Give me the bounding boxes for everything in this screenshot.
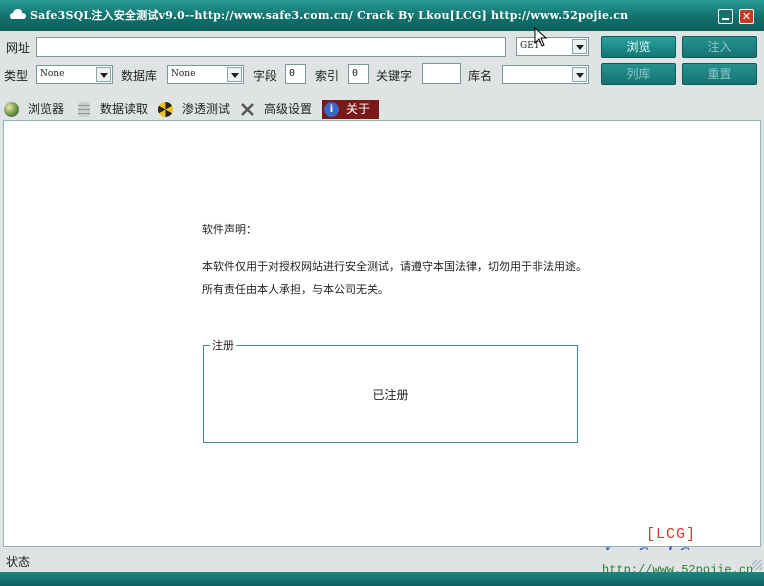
type-label: 类型 [4, 69, 29, 83]
browse-button[interactable]: 浏览 [601, 36, 676, 58]
keyword-input[interactable] [422, 63, 461, 84]
tab-pentest[interactable]: 渗透测试 [158, 100, 236, 119]
registration-group-title: 注册 [210, 337, 236, 353]
url-label: 网址 [6, 41, 31, 55]
tab-label: 渗透测试 [182, 102, 231, 116]
field-input[interactable]: 0 [285, 64, 306, 84]
declaration-heading: 软件声明： [202, 223, 257, 236]
dbname-select[interactable] [502, 65, 589, 84]
tab-label: 数据读取 [100, 102, 149, 116]
chevron-down-icon[interactable] [572, 67, 587, 82]
mouse-cursor-icon [534, 27, 548, 47]
lcg-tag: [LCG] [646, 526, 697, 543]
url-input[interactable] [36, 37, 506, 57]
title-bar[interactable]: Safe3SQL注入安全测试v9.0--http://www.safe3.com… [0, 0, 764, 31]
keyword-label: 关键字 [376, 69, 413, 83]
window-title: Safe3SQL注入安全测试v9.0--http://www.safe3.com… [30, 9, 629, 22]
database-icon [78, 102, 90, 117]
tools-icon [241, 103, 254, 116]
index-input[interactable]: 0 [348, 64, 369, 84]
dbname-label: 库名 [468, 69, 493, 83]
db-label: 数据库 [121, 69, 158, 83]
index-label: 索引 [315, 69, 340, 83]
declaration-line-1: 本软件仅用于对授权网站进行安全测试，请遵守本国法律，切勿用于非法用途。 [202, 260, 587, 273]
info-icon: i [324, 102, 339, 117]
chevron-down-icon[interactable] [96, 67, 111, 82]
chevron-down-icon[interactable] [572, 39, 587, 54]
tab-browser[interactable]: 浏览器 [4, 100, 74, 119]
chevron-down-icon[interactable] [227, 67, 242, 82]
tab-bar: 浏览器 数据读取 渗透测试 高级设置 i 关于 [4, 100, 380, 119]
radiation-icon [158, 102, 173, 117]
tab-label: 关于 [346, 102, 371, 116]
tab-advanced[interactable]: 高级设置 [240, 100, 320, 119]
tab-label: 高级设置 [264, 102, 313, 116]
status-label: 状态 [6, 555, 31, 569]
type-select[interactable]: None [36, 65, 113, 84]
globe-icon [4, 102, 19, 117]
app-window: Safe3SQL注入安全测试v9.0--http://www.safe3.com… [0, 0, 764, 586]
tab-about[interactable]: i 关于 [322, 100, 379, 119]
close-icon: ✕ [741, 10, 752, 23]
registration-status: 已注册 [372, 388, 409, 402]
tab-label: 浏览器 [28, 102, 65, 116]
db-value: None [171, 69, 196, 79]
about-panel: 软件声明： 本软件仅用于对授权网站进行安全测试，请遵守本国法律，切勿用于非法用途… [3, 120, 761, 547]
method-select[interactable]: GET [516, 37, 589, 56]
resize-grip-icon[interactable] [752, 560, 762, 570]
db-select[interactable]: None [167, 65, 244, 84]
inject-button[interactable]: 注入 [682, 36, 757, 58]
declaration-line-2: 所有责任由本人承担，与本公司无关。 [202, 283, 389, 296]
cloud-icon [10, 9, 26, 19]
footer-bar [0, 572, 764, 586]
minimize-button[interactable] [718, 9, 733, 24]
close-button[interactable]: ✕ [739, 9, 754, 24]
type-value: None [40, 69, 65, 79]
registration-group: 注册 已注册 [203, 337, 578, 443]
field-label: 字段 [253, 69, 278, 83]
reset-button[interactable]: 重置 [682, 63, 757, 85]
tab-data-read[interactable]: 数据读取 [76, 100, 156, 119]
list-db-button[interactable]: 列库 [601, 63, 676, 85]
